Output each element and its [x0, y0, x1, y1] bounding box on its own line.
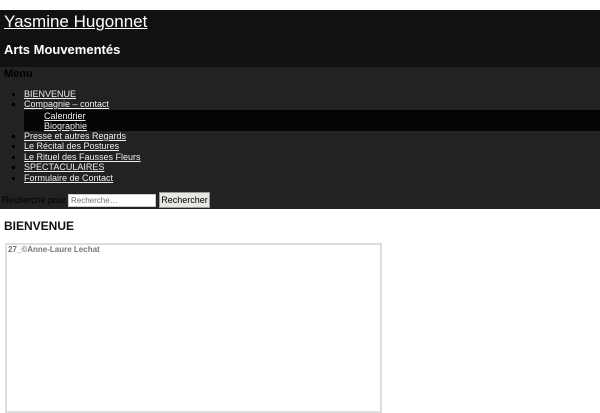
image-frame: 27_©Anne-Laure Lechat [5, 243, 382, 413]
bullet-icon [12, 103, 15, 107]
submenu-item-calendrier[interactable]: Calendrier [44, 111, 86, 121]
submenu-item-biographie[interactable]: Biographie [44, 121, 87, 131]
menu-item-bienvenue[interactable]: BIENVENUE [12, 89, 76, 99]
site-title[interactable]: Yasmine Hugonnet [4, 12, 147, 32]
bullet-icon [12, 93, 15, 97]
bullet-icon [12, 145, 15, 149]
menu-link[interactable]: Le Rituel des Fausses Fleurs [24, 152, 141, 162]
submenu: Calendrier Biographie [24, 110, 600, 131]
menu-link[interactable]: SPECTACULAIRES [24, 162, 104, 172]
menu-link[interactable]: Calendrier [44, 111, 86, 121]
menu-item-formulaire[interactable]: Formulaire de Contact [12, 173, 113, 183]
menu-item-rituel[interactable]: Le Rituel des Fausses Fleurs [12, 152, 141, 162]
page-title: BIENVENUE [4, 219, 75, 233]
bullet-icon [12, 135, 15, 139]
menu-item-spectaculaires[interactable]: SPECTACULAIRES [12, 162, 104, 172]
menu-title: Menu [4, 68, 33, 80]
menu-link[interactable]: Formulaire de Contact [24, 173, 113, 183]
bullet-icon [12, 177, 15, 181]
menu-link[interactable]: BIENVENUE [24, 89, 76, 99]
menu-link[interactable]: Le Récital des Postures [24, 141, 119, 151]
site-description: Arts Mouvementés [4, 42, 121, 57]
bullet-icon [12, 166, 15, 170]
menu-link[interactable]: Presse et autres Regards [24, 131, 126, 141]
menu-item-compagnie[interactable]: Compagnie – contact [12, 99, 109, 109]
site-header: Yasmine Hugonnet Arts Mouvementés [0, 10, 600, 67]
bullet-icon [12, 156, 15, 160]
main-menu: Menu Calendrier Biographie BIENVENUE Com… [0, 67, 600, 209]
image-alt-text: 27_©Anne-Laure Lechat [8, 245, 100, 254]
menu-link[interactable]: Compagnie – contact [24, 99, 109, 109]
search-button[interactable]: Rechercher [159, 192, 210, 208]
search-label: Recherche pour : [2, 195, 72, 205]
menu-item-presse[interactable]: Presse et autres Regards [12, 131, 126, 141]
search-input[interactable] [68, 194, 156, 207]
menu-link[interactable]: Biographie [44, 121, 87, 131]
menu-item-recital[interactable]: Le Récital des Postures [12, 141, 119, 151]
